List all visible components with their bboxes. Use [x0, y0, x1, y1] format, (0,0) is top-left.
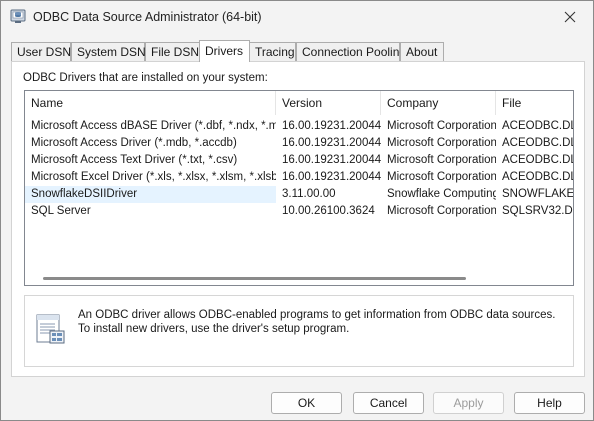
driver-company-cell: Microsoft Corporation — [387, 120, 496, 132]
driver-version-cell: 16.00.19231.20044 — [282, 154, 381, 166]
tab-about[interactable]: About — [400, 42, 444, 61]
driver-file-cell: ACEODBC.DLL — [502, 137, 573, 149]
driver-version-cell: 16.00.19231.20044 — [282, 171, 381, 183]
ok-button[interactable]: OK — [271, 392, 342, 414]
driver-company-cell: Microsoft Corporation — [387, 154, 496, 166]
driver-name-cell: Microsoft Access Driver (*.mdb, *.accdb) — [31, 137, 237, 149]
tab-system-dsn[interactable]: System DSN — [71, 42, 146, 61]
tab-connection-pooling[interactable]: Connection Pooling — [296, 42, 406, 61]
tab-file-dsn[interactable]: File DSN — [145, 42, 200, 61]
driver-row[interactable]: Microsoft Excel Driver (*.xls, *.xlsx, *… — [25, 169, 573, 186]
close-button[interactable] — [547, 1, 593, 33]
scrollbar-thumb[interactable] — [43, 277, 466, 280]
info-description: An ODBC driver allows ODBC-enabled progr… — [78, 309, 556, 335]
window-title: ODBC Data Source Administrator (64-bit) — [33, 10, 262, 24]
driver-company-cell: Snowflake Computing — [387, 188, 496, 200]
title-bar: ODBC Data Source Administrator (64-bit) — [1, 1, 593, 33]
driver-file-cell: ACEODBC.DLL — [502, 171, 573, 183]
list-header: Name Version Company File — [25, 91, 573, 115]
odbc-admin-window: ODBC Data Source Administrator (64-bit) … — [0, 0, 594, 421]
driver-name-cell: SnowflakeDSIIDriver — [25, 186, 276, 203]
apply-button[interactable]: Apply — [433, 392, 504, 414]
driver-file-cell: ACEODBC.DLL — [502, 120, 573, 132]
list-rows: Microsoft Access dBASE Driver (*.dbf, *.… — [25, 118, 573, 220]
driver-file-cell: ACEODBC.DLL — [502, 154, 573, 166]
driver-row[interactable]: Microsoft Access Text Driver (*.txt, *.c… — [25, 152, 573, 169]
driver-file-cell: SQLSRV32.DLL — [502, 205, 573, 217]
tab-tracing[interactable]: Tracing — [249, 42, 296, 61]
driver-name-cell: Microsoft Excel Driver (*.xls, *.xlsx, *… — [31, 171, 276, 183]
help-button[interactable]: Help — [514, 392, 585, 414]
driver-name-cell: Microsoft Access dBASE Driver (*.dbf, *.… — [31, 120, 276, 132]
horizontal-scrollbar[interactable] — [25, 272, 573, 285]
odbc-app-icon — [10, 8, 26, 24]
column-header-version[interactable]: Version — [276, 91, 381, 115]
column-header-company[interactable]: Company — [381, 91, 496, 115]
driver-company-cell: Microsoft Corporation — [387, 137, 496, 149]
driver-version-cell: 10.00.26100.3624 — [282, 205, 375, 217]
drivers-list[interactable]: Name Version Company File Microsoft Acce… — [24, 90, 574, 286]
driver-row[interactable]: Microsoft Access Driver (*.mdb, *.accdb)… — [25, 135, 573, 152]
driver-version-cell: 3.11.00.00 — [282, 188, 336, 200]
driver-info-icon — [34, 313, 66, 345]
info-group: An ODBC driver allows ODBC-enabled progr… — [24, 295, 574, 367]
driver-company-cell: Microsoft Corporation — [387, 205, 496, 217]
close-icon — [564, 11, 576, 23]
drivers-section-label: ODBC Drivers that are installed on your … — [23, 72, 268, 84]
driver-row-hovered[interactable]: SnowflakeDSIIDriver 3.11.00.00 Snowflake… — [25, 186, 573, 203]
driver-company-cell: Microsoft Corporation — [387, 171, 496, 183]
tab-user-dsn[interactable]: User DSN — [11, 42, 71, 61]
driver-row[interactable]: SQL Server 10.00.26100.3624 Microsoft Co… — [25, 203, 573, 220]
driver-row[interactable]: Microsoft Access dBASE Driver (*.dbf, *.… — [25, 118, 573, 135]
tab-drivers[interactable]: Drivers — [199, 40, 250, 62]
cancel-button[interactable]: Cancel — [353, 392, 424, 414]
driver-version-cell: 16.00.19231.20044 — [282, 120, 381, 132]
driver-file-cell: SNOWFLAKEDSII.DLL — [502, 188, 574, 200]
driver-version-cell: 16.00.19231.20044 — [282, 137, 381, 149]
driver-name-cell: Microsoft Access Text Driver (*.txt, *.c… — [31, 154, 238, 166]
driver-name-cell: SQL Server — [31, 205, 91, 217]
column-header-file[interactable]: File — [496, 91, 573, 115]
drivers-tab-page: ODBC Drivers that are installed on your … — [11, 61, 585, 377]
column-header-name[interactable]: Name — [25, 91, 276, 115]
